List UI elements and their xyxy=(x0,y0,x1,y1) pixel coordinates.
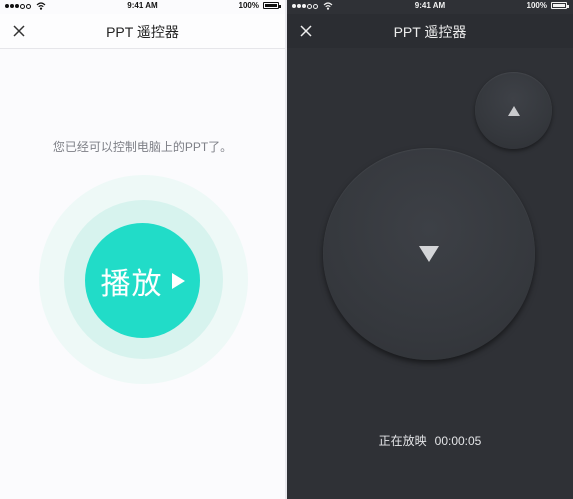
page-title: PPT 遥控器 xyxy=(106,24,179,40)
status-bar: 9:41 AM 100% xyxy=(0,0,285,14)
play-button[interactable]: 播放 xyxy=(85,223,200,338)
triangle-up-icon xyxy=(507,105,520,116)
nav-bar: PPT 遥控器 xyxy=(0,14,285,49)
triangle-down-icon xyxy=(419,246,439,262)
nav-bar: PPT 遥控器 xyxy=(287,14,573,48)
next-slide-button[interactable] xyxy=(323,148,535,360)
play-button-label: 播放 xyxy=(100,266,163,302)
page-title: PPT 遥控器 xyxy=(393,24,467,40)
play-icon xyxy=(171,272,185,289)
right-screen: 9:41 AM 100% PPT 遥控器 正在放映 00:00:05 xyxy=(287,0,573,499)
previous-slide-button[interactable] xyxy=(475,72,552,149)
status-bar: 9:41 AM 100% xyxy=(287,0,573,14)
elapsed-timer: 00:00:05 xyxy=(434,434,482,448)
presentation-status: 正在放映 00:00:05 xyxy=(287,432,573,449)
connected-hint: 您已经可以控制电脑上的PPT了。 xyxy=(52,140,233,154)
battery-icon xyxy=(551,2,569,9)
left-screen: 9:41 AM 100% PPT 遥控器 您已经可以控制电脑上的PPT了。 播放 xyxy=(0,0,285,499)
battery-percent: 100% xyxy=(238,1,259,10)
battery-percent: 100% xyxy=(526,1,547,10)
presenting-label: 正在放映 xyxy=(378,434,427,448)
battery-icon xyxy=(263,2,281,9)
